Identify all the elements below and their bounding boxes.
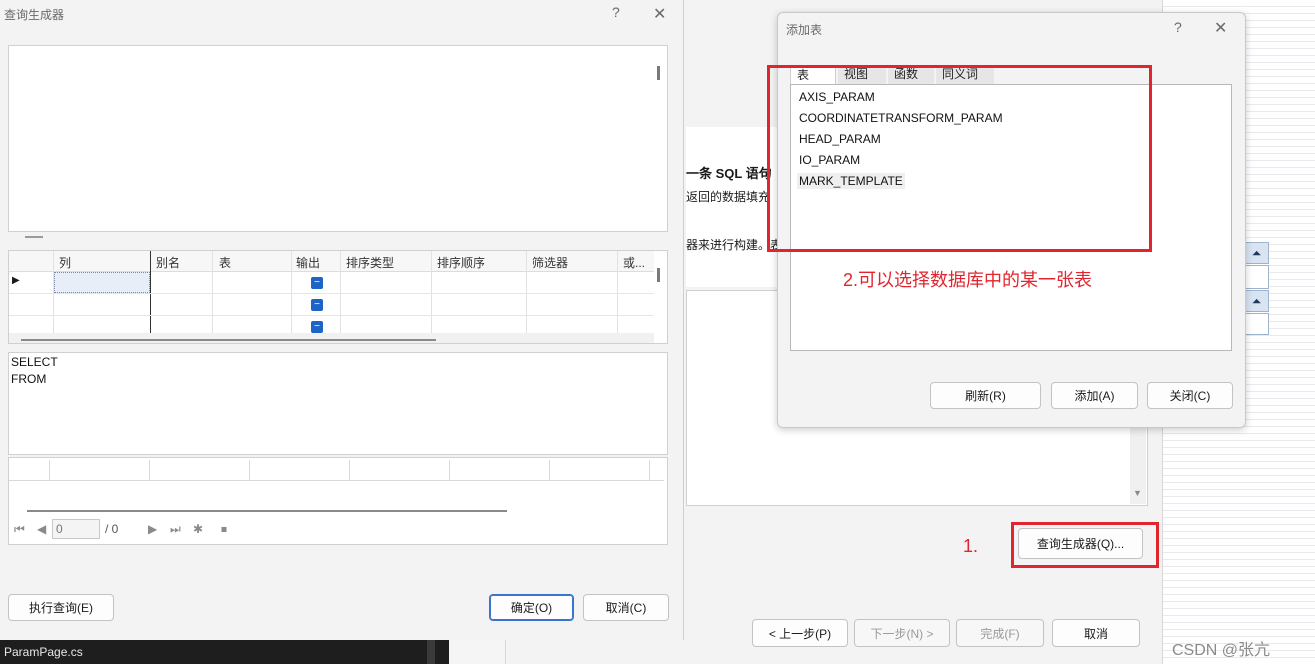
collapse-up-icon-2[interactable]: ⏶ [1244,290,1269,312]
annotation-step1: 1. [963,536,979,556]
close-button[interactable]: 关闭(C) [1147,382,1233,409]
col-header-sort-type: 排序类型 [346,256,395,270]
criteria-grid[interactable]: 列 别名 表 输出 排序类型 排序顺序 筛选器 或... ▶ − − − [8,250,668,344]
diagram-scrollbar[interactable] [657,66,660,80]
next-record-icon[interactable]: ▶ [148,522,157,536]
close-icon[interactable]: ✕ [653,4,666,24]
add-table-title: 添加表 [786,23,823,37]
help-icon[interactable]: ? [612,4,620,20]
add-table-help-icon[interactable]: ? [1174,19,1182,35]
row-pointer-icon: ▶ [12,275,20,286]
annotation-box-table-list [767,65,1152,252]
add-button[interactable]: 添加(A) [1051,382,1138,409]
sql-pane[interactable]: SELECT FROM [8,352,668,455]
query-builder-dialog: 查询生成器 ? ✕ 列 别名 表 输出 排序类型 排序顺序 筛选器 或... ▶… [0,0,684,640]
wizard-cancel-button[interactable]: 取消 [1052,619,1140,647]
diagram-pane[interactable] [8,45,668,232]
side-widget-panel [1244,265,1269,289]
col-header-output: 输出 [296,256,321,270]
finish-button[interactable]: 完成(F) [956,619,1044,647]
grid-vscrollbar[interactable] [657,268,660,282]
last-record-icon[interactable]: ⏭ [170,522,181,537]
collapse-up-icon[interactable]: ⏶ [1244,242,1269,264]
stop-icon[interactable]: ⏹ [221,522,227,537]
output-checkbox-2[interactable]: − [311,299,323,311]
col-header-sort-order: 排序顺序 [437,256,486,270]
side-widget-panel-2 [1244,313,1269,335]
col-header-or: 或... [623,256,646,270]
annotation-step2: 2.可以选择数据库中的某一张表 [843,270,1093,290]
grid-hscrollbar-thumb[interactable] [21,339,436,341]
record-navigator: ⏮ ◀ 0 / 0 ▶ ⏭ ✱ ⏹ [0,516,658,544]
add-table-close-icon[interactable]: ✕ [1214,18,1227,38]
first-record-icon[interactable]: ⏮ [14,522,25,537]
wizard-fill-text: 返回的数据填充 [686,190,771,204]
prev-record-icon[interactable]: ◀ [37,522,46,536]
file-tab[interactable]: ParamPage.cs [4,645,83,659]
execute-query-button[interactable]: 执行查询(E) [8,594,114,621]
scroll-down-icon[interactable]: ▼ [1133,488,1142,498]
output-checkbox-1[interactable]: − [311,277,323,289]
grid-header: 列 别名 表 输出 排序类型 排序顺序 筛选器 或... [9,251,654,272]
col-header-alias: 别名 [156,256,181,270]
col-header-table: 表 [219,256,232,270]
watermark: CSDN @张亢 [1172,642,1271,659]
next-button[interactable]: 下一步(N) > [854,619,950,647]
annotation-box-query-builder [1011,522,1159,568]
sql-select: SELECT [11,355,58,369]
results-hscrollbar[interactable] [27,510,507,512]
dialog-title: 查询生成器 [4,8,65,22]
tab-divider [427,640,435,664]
results-header [9,460,664,481]
splitter-handle[interactable] [25,236,43,238]
grid-hscrollbar-track[interactable] [9,333,654,343]
new-record-icon[interactable]: ✱ [193,522,203,536]
record-total: / 0 [105,522,119,536]
refresh-button[interactable]: 刷新(R) [930,382,1041,409]
back-button[interactable]: < 上一步(P) [752,619,848,647]
col-header-column: 列 [59,256,72,270]
wizard-sql-text: 一条 SQL 语句 [686,166,772,181]
sql-from: FROM [11,372,47,386]
col-header-filter: 筛选器 [532,256,569,270]
record-position-input[interactable]: 0 [52,519,100,539]
ok-button[interactable]: 确定(O) [489,594,574,621]
active-cell[interactable] [54,272,150,293]
output-checkbox-3[interactable]: − [311,321,323,333]
cancel-button[interactable]: 取消(C) [583,594,669,621]
